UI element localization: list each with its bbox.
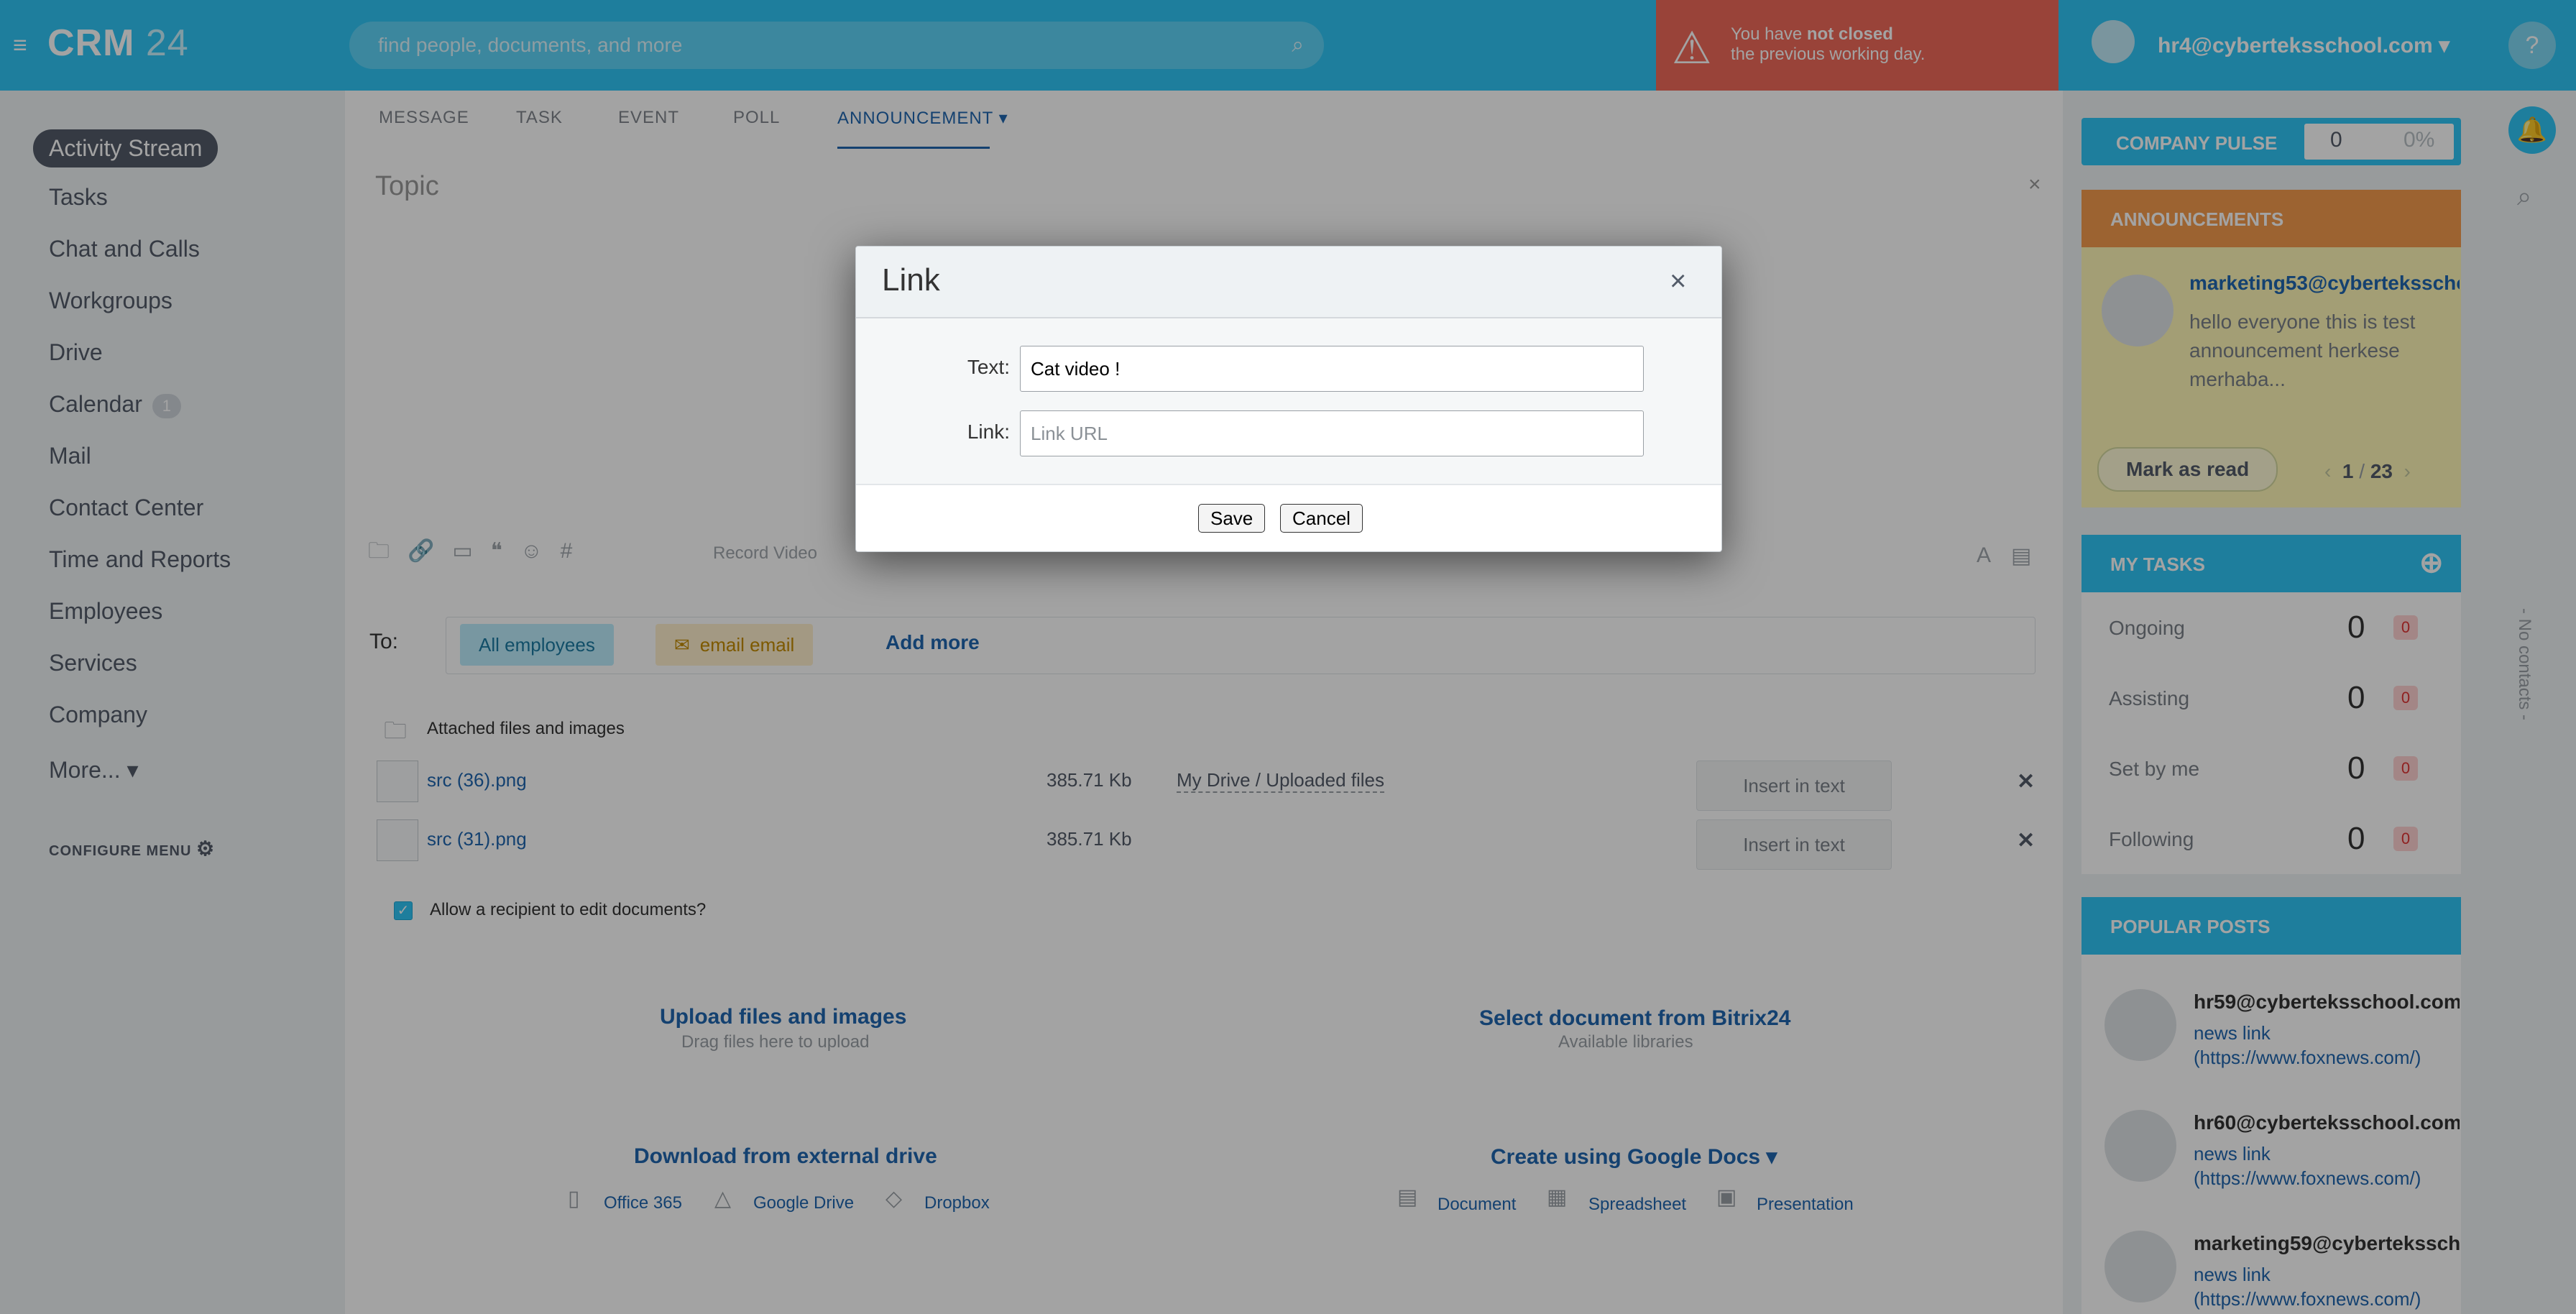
- dialog-header: Link ×: [856, 247, 1721, 318]
- dialog-body: Text: Link:: [856, 318, 1721, 485]
- cancel-button[interactable]: Cancel: [1280, 504, 1363, 533]
- link-url-input[interactable]: [1020, 410, 1644, 456]
- modal-overlay[interactable]: [0, 0, 2576, 1314]
- save-button[interactable]: Save: [1198, 504, 1266, 533]
- link-label: Link:: [967, 421, 1010, 443]
- text-label: Text:: [967, 356, 1010, 378]
- link-dialog: Link × Text: Link: Save Cancel: [855, 246, 1722, 552]
- close-icon[interactable]: ×: [1670, 265, 1686, 298]
- link-text-input[interactable]: [1020, 346, 1644, 392]
- dialog-title: Link: [882, 262, 940, 298]
